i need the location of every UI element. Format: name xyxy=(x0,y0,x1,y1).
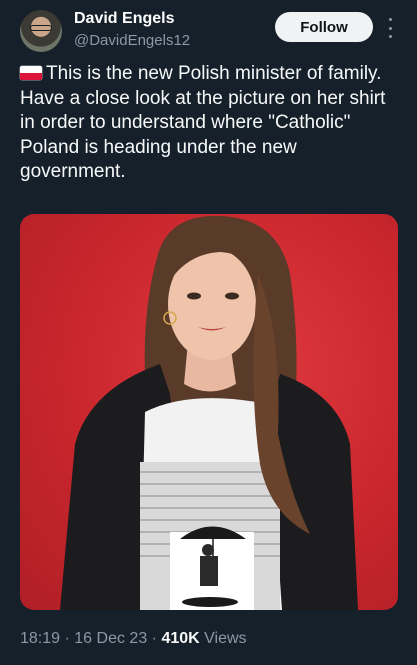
photo-illustration xyxy=(60,215,358,610)
tweet-body: This is the new Polish minister of famil… xyxy=(20,63,386,182)
author-avatar[interactable] xyxy=(20,10,62,52)
tweet-time[interactable]: 18:19 xyxy=(20,630,60,647)
tweet-date[interactable]: 16 Dec 23 xyxy=(74,630,147,647)
meta-separator: · xyxy=(64,630,70,647)
tweet-meta: 18:19 · 16 Dec 23 · 410K Views xyxy=(20,630,247,648)
tweet-text: This is the new Polish minister of famil… xyxy=(20,62,400,185)
author-display-name[interactable]: David Engels xyxy=(74,10,174,28)
poland-flag-icon xyxy=(20,66,42,80)
more-vertical-icon[interactable] xyxy=(383,18,397,38)
follow-button[interactable]: Follow xyxy=(275,12,373,42)
avatar-glasses xyxy=(30,25,52,31)
views-label: Views xyxy=(204,630,247,647)
tweet-photo[interactable] xyxy=(20,214,398,610)
tweet-header: David Engels @DavidEngels12 Follow xyxy=(20,8,400,54)
views-count: 410K xyxy=(161,630,200,647)
meta-separator-2: · xyxy=(151,630,157,647)
author-handle[interactable]: @DavidEngels12 xyxy=(74,32,190,49)
